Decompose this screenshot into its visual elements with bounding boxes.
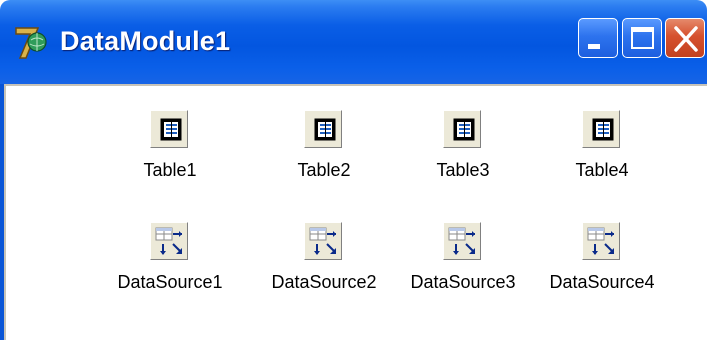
- table-icon: [304, 110, 342, 148]
- datasource-icon: [150, 222, 188, 260]
- maximize-icon: [631, 27, 654, 49]
- minimize-button[interactable]: [578, 18, 618, 58]
- component-label: Table2: [297, 160, 351, 180]
- table-icon: [150, 110, 188, 148]
- minimize-icon: [588, 44, 600, 49]
- window-title: DataModule1: [60, 26, 231, 56]
- component-label: DataSource4: [549, 272, 655, 292]
- datasource-icon: [304, 222, 342, 260]
- close-icon: [674, 26, 698, 52]
- delphi-app-icon[interactable]: [12, 22, 52, 62]
- component-label: DataSource3: [410, 272, 516, 292]
- datamodule-client-area[interactable]: Table1 Table2 Table3 Table4 DataSource1 …: [4, 84, 707, 340]
- maximize-button[interactable]: [622, 18, 662, 58]
- table-icon: [582, 110, 620, 148]
- component-label: DataSource2: [271, 272, 377, 292]
- component-label: Table4: [575, 160, 629, 180]
- close-button[interactable]: [665, 18, 705, 58]
- component-label: Table1: [143, 160, 197, 180]
- table-icon: [443, 110, 481, 148]
- datasource-icon: [582, 222, 620, 260]
- component-label: DataSource1: [117, 272, 223, 292]
- component-label: Table3: [436, 160, 490, 180]
- datasource-icon: [443, 222, 481, 260]
- datamodule-window: DataModule1 Table1 Table2 Table3 Table4 …: [0, 0, 707, 340]
- title-bar[interactable]: DataModule1: [0, 0, 707, 84]
